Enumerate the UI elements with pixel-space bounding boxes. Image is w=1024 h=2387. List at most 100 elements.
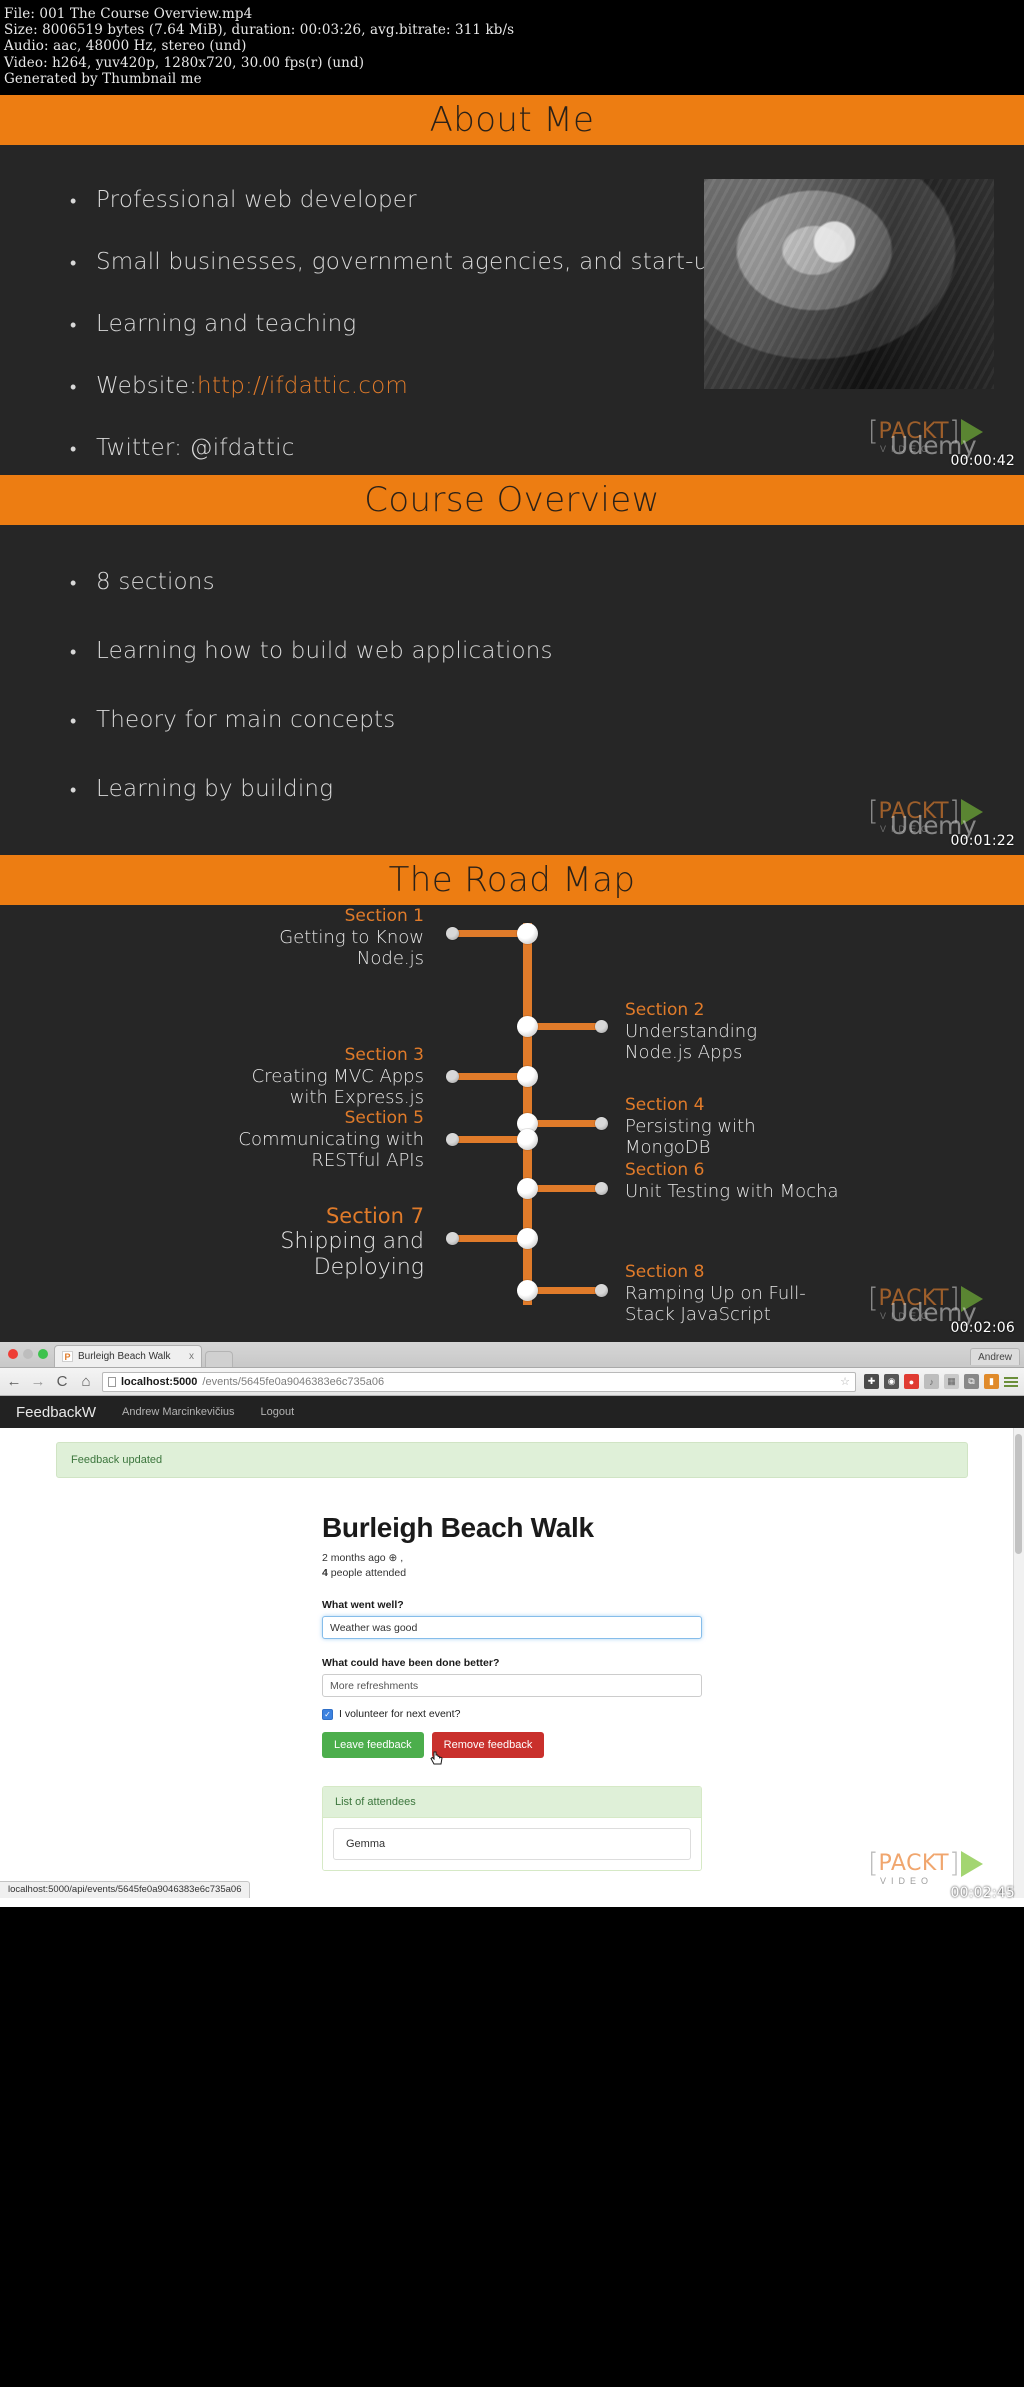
profile-button[interactable]: Andrew (970, 1348, 1020, 1365)
browser-tab-strip: P Burleigh Beach Walk x Andrew (0, 1342, 1024, 1368)
app-content: Feedback updated Burleigh Beach Walk 2 m… (0, 1428, 1024, 1898)
url-host: localhost:5000 (121, 1375, 198, 1388)
slide-title-bar: Course Overview (0, 475, 1024, 525)
volunteer-checkbox[interactable]: ✓ (322, 1708, 333, 1720)
roadmap-arm (528, 1185, 603, 1192)
event-title: Burleigh Beach Walk (322, 1512, 594, 1543)
roadmap-section-text: Communicating with RESTful APIs (238, 1129, 424, 1171)
bullet-dot-icon: • (70, 191, 77, 212)
roadmap-endpoint (446, 1232, 459, 1245)
course-overview-bullets: • 8 sections • Learning how to build web… (70, 569, 1024, 806)
file-info-line-5: Generated by Thumbnail me (4, 70, 202, 87)
address-bar[interactable]: localhost:5000/events/5645fe0a9046383e6c… (102, 1371, 856, 1392)
slide-about-me: About Me • Professional web developer • … (0, 95, 1024, 475)
roadmap-node (517, 1016, 538, 1037)
roadmap-section-text: Unit Testing with Mocha (625, 1181, 839, 1202)
forward-button[interactable]: → (30, 1373, 46, 1390)
tab-title: Burleigh Beach Walk (78, 1351, 171, 1362)
new-tab-button[interactable] (205, 1351, 233, 1367)
clock-icon[interactable]: ◉ (884, 1374, 899, 1389)
volunteer-checkbox-label: I volunteer for next event? (339, 1708, 461, 1720)
bullet-text: Twitter: @ifdattic (96, 435, 295, 461)
file-info-line-2: Size: 8006519 bytes (7.64 MiB), duration… (4, 22, 515, 39)
browser-tab[interactable]: P Burleigh Beach Walk x (54, 1345, 202, 1367)
list-item: • Twitter: @ifdattic (70, 435, 1024, 465)
roadmap-node (517, 1280, 538, 1301)
roadmap-section-label: Section 1 (344, 906, 424, 926)
page-title: The Road Map (388, 860, 636, 900)
attendee-count-label: people attended (327, 1567, 407, 1579)
remove-feedback-button[interactable]: Remove feedback (431, 1732, 545, 1758)
bullet-dot-icon: • (70, 439, 77, 460)
roadmap-label-section-3: Section 3 Creating MVC Apps with Express.… (144, 1045, 424, 1108)
list-item: • Theory for main concepts (70, 707, 1024, 737)
record-icon[interactable]: ● (904, 1374, 919, 1389)
maximize-window-icon[interactable] (38, 1349, 48, 1359)
window-controls[interactable] (6, 1342, 54, 1367)
roadmap-endpoint (595, 1284, 608, 1297)
browser-toolbar: ← → C ⌂ localhost:5000/events/5645fe0a90… (0, 1368, 1024, 1396)
close-tab-icon[interactable]: x (189, 1351, 194, 1362)
chrome-menu-icon[interactable] (1004, 1376, 1018, 1387)
reload-button[interactable]: C (54, 1373, 70, 1390)
app-brand[interactable]: FeedbackW (16, 1404, 96, 1421)
roadmap-section-text: Ramping Up on Full- Stack JavaScript (625, 1283, 806, 1325)
roadmap-node (517, 1066, 538, 1087)
slide-browser-app: P Burleigh Beach Walk x Andrew ← → C ⌂ l… (0, 1342, 1024, 1907)
nav-user-name[interactable]: Andrew Marcinkevičius (122, 1406, 234, 1418)
back-button[interactable]: ← (6, 1373, 22, 1390)
volunteer-checkbox-row[interactable]: ✓ I volunteer for next event? (322, 1708, 702, 1720)
scrollbar-thumb[interactable] (1015, 1434, 1022, 1554)
roadmap-node (517, 1129, 538, 1150)
what-could-be-better-input[interactable] (322, 1674, 702, 1697)
roadmap-section-label: Section 6 (625, 1160, 705, 1180)
roadmap-section-label: Section 3 (344, 1045, 424, 1065)
label-what-went-well: What went well? (322, 1599, 404, 1611)
leave-feedback-button[interactable]: Leave feedback (322, 1732, 424, 1758)
bullet-dot-icon: • (70, 377, 77, 398)
mute-icon[interactable]: ♪ (924, 1374, 939, 1389)
page-title: Course Overview (364, 480, 660, 520)
website-link[interactable]: http://ifdattic.com (197, 373, 408, 399)
list-item: • Learning by building (70, 776, 1024, 806)
list-item: • Learning how to build web applications (70, 638, 1024, 668)
extension-icons: ✚ ◉ ● ♪ ▦ ⧉ ▮ (864, 1374, 1018, 1389)
bullet-text: 8 sections (96, 569, 215, 595)
what-went-well-input[interactable] (322, 1616, 702, 1639)
roadmap-section-label: Section 4 (625, 1095, 705, 1115)
scrollbar-track[interactable] (1013, 1428, 1024, 1898)
roadmap-label-section-5: Section 5 Communicating with RESTful APIs (124, 1108, 424, 1171)
bookmark-star-icon[interactable]: ☆ (840, 1375, 850, 1388)
nav-logout-link[interactable]: Logout (261, 1406, 295, 1418)
slide-body: • Professional web developer • Small bus… (0, 145, 1024, 475)
grid-icon[interactable]: ▦ (944, 1374, 959, 1389)
roadmap-section-text: Shipping and Deploying (280, 1229, 424, 1280)
bullet-text: Small businesses, government agencies, a… (96, 249, 736, 275)
file-info-line-1: File: 001 The Course Overview.mp4 (4, 6, 253, 22)
list-item[interactable]: Gemma (333, 1828, 691, 1860)
road-map-diagram: Section 1 Getting to Know Node.js Section… (0, 905, 1024, 1342)
close-window-icon[interactable] (8, 1349, 18, 1359)
roadmap-label-section-1: Section 1 Getting to Know Node.js (164, 906, 424, 969)
app-navbar: FeedbackW Andrew Marcinkevičius Logout (0, 1396, 1024, 1428)
roadmap-arm (528, 1120, 603, 1127)
battery-icon[interactable]: ▮ (984, 1374, 999, 1389)
bullet-text: Professional web developer (96, 187, 417, 213)
favicon-icon: P (62, 1351, 73, 1362)
minimize-window-icon[interactable] (23, 1349, 33, 1359)
roadmap-section-text: Understanding Node.js Apps (625, 1021, 757, 1063)
page-info-icon[interactable] (108, 1376, 116, 1387)
roadmap-section-label: Section 2 (625, 1000, 705, 1020)
roadmap-label-section-2: Section 2 Understanding Node.js Apps (625, 1000, 885, 1063)
form-button-row: Leave feedback Remove feedback (322, 1732, 702, 1765)
roadmap-section-text: Getting to Know Node.js (279, 927, 424, 969)
slide-title-bar: The Road Map (0, 855, 1024, 905)
bullet-dot-icon: • (70, 642, 77, 663)
bullet-text: Learning and teaching (96, 311, 357, 337)
slide-course-overview: Course Overview • 8 sections • Learning … (0, 475, 1024, 855)
shield-icon[interactable]: ✚ (864, 1374, 879, 1389)
bullet-dot-icon: • (70, 711, 77, 732)
home-button[interactable]: ⌂ (78, 1373, 94, 1390)
clip-icon[interactable]: ⧉ (964, 1374, 979, 1389)
roadmap-endpoint (595, 1020, 608, 1033)
